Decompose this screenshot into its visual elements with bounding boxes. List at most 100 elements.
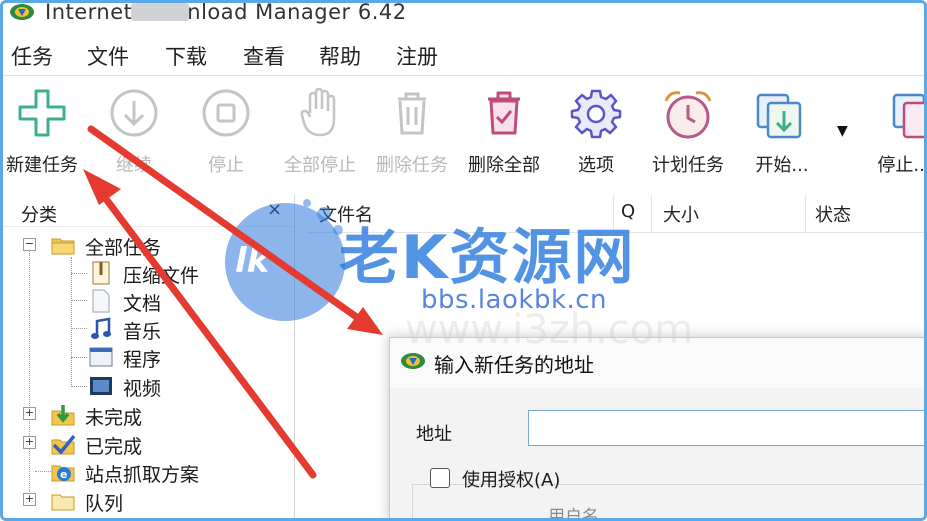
hand-icon — [300, 87, 336, 137]
document-icon — [92, 289, 110, 313]
tree-line — [71, 328, 87, 329]
queue-start-icon — [756, 93, 802, 139]
stop-label: 停止 — [208, 155, 244, 176]
alarm-clock-icon — [664, 91, 712, 139]
idm-logo-icon — [401, 353, 425, 369]
menu-task[interactable]: 任务 — [11, 41, 53, 71]
tree-expander[interactable]: − — [23, 238, 36, 251]
address-input[interactable] — [528, 410, 924, 446]
tree-item-label: 已完成 — [85, 436, 143, 458]
dialog-title-bar: 输入新任务的地址 — [390, 338, 924, 388]
stop-queue-label: 停止... — [877, 155, 927, 176]
stop-queue-button[interactable]: 停止... — [859, 79, 927, 179]
archive-icon — [92, 261, 110, 285]
menu-view[interactable]: 查看 — [243, 41, 285, 71]
scheduler-button[interactable]: 计划任务 — [643, 79, 733, 179]
category-panel: 分类 × − 全部任务 压缩文件 文档 音乐 程序 视频 + 未完成 + 已完成… — [3, 195, 295, 518]
category-header: 分类 × — [3, 195, 294, 227]
tree-item-label: 压缩文件 — [123, 265, 200, 287]
options-button[interactable]: 选项 — [551, 79, 641, 179]
tree-line — [71, 357, 87, 358]
queue-folder-icon — [51, 494, 75, 511]
tree-line — [71, 300, 87, 301]
use-auth-label: 使用授权(A) — [462, 470, 561, 491]
tree-line — [71, 273, 87, 274]
new-task-button[interactable]: 新建任务 — [3, 79, 87, 179]
start-queue-button[interactable]: 开始... — [737, 79, 827, 179]
new-task-label: 新建任务 — [6, 155, 78, 176]
category-title: 分类 — [21, 205, 57, 226]
tree-item-label: 视频 — [123, 378, 162, 400]
list-header: 文件名 Q 大小 状态 — [307, 195, 924, 233]
add-icon — [18, 89, 66, 137]
tree-item-site-grabber[interactable]: e 站点抓取方案 — [51, 458, 291, 486]
column-file-name[interactable]: 文件名 — [319, 201, 373, 227]
finished-icon — [51, 434, 75, 455]
delete-all-label: 删除全部 — [468, 155, 540, 176]
tree-item-label: 全部任务 — [85, 237, 162, 259]
tree-item-label: 音乐 — [123, 321, 162, 343]
resume-button[interactable]: 继续 — [89, 79, 179, 179]
tree-item-label: 未完成 — [85, 407, 143, 429]
menu-help[interactable]: 帮助 — [319, 41, 361, 71]
tree-expander[interactable]: + — [23, 493, 36, 506]
column-separator — [613, 195, 614, 233]
delete-task-label: 删除任务 — [376, 155, 448, 176]
scheduler-label: 计划任务 — [652, 155, 724, 176]
column-separator — [651, 195, 652, 233]
stop-all-label: 全部停止 — [284, 155, 356, 176]
menu-download[interactable]: 下载 — [165, 41, 207, 71]
stop-all-button[interactable]: 全部停止 — [275, 79, 365, 179]
delete-all-button[interactable]: 删除全部 — [459, 79, 549, 179]
window-title: Internet Download Manager 6.42 — [45, 0, 407, 24]
delete-task-button[interactable]: 删除任务 — [367, 79, 457, 179]
tree-item-programs[interactable]: 程序 — [89, 343, 289, 371]
program-icon — [89, 347, 113, 367]
column-size[interactable]: 大小 — [663, 201, 699, 227]
title-blur — [131, 3, 189, 21]
tree-item-label: 站点抓取方案 — [85, 464, 200, 486]
download-arrow-icon — [110, 89, 158, 137]
unfinished-icon — [51, 405, 75, 426]
tree-line — [29, 251, 30, 506]
tree-item-documents[interactable]: 文档 — [89, 287, 289, 315]
tree-item-finished[interactable]: 已完成 — [51, 430, 291, 458]
menu-file[interactable]: 文件 — [87, 41, 129, 71]
video-icon — [90, 377, 112, 395]
dialog-title: 输入新任务的地址 — [434, 353, 594, 377]
tree-item-archives[interactable]: 压缩文件 — [89, 259, 289, 287]
menu-separator — [3, 75, 924, 76]
tree-item-label: 文档 — [123, 293, 162, 315]
start-queue-label: 开始... — [755, 155, 809, 176]
tree-item-music[interactable]: 音乐 — [89, 315, 289, 343]
tree-item-queues[interactable]: 队列 — [51, 487, 291, 515]
tree-expander[interactable]: + — [23, 436, 36, 449]
queue-stop-icon — [892, 93, 924, 139]
tree-line — [71, 257, 72, 387]
tree-line — [35, 471, 51, 472]
stop-button[interactable]: 停止 — [181, 79, 271, 179]
delete-all-icon — [488, 91, 520, 135]
close-icon[interactable]: × — [267, 199, 282, 220]
trash-icon — [398, 92, 426, 135]
menu-register[interactable]: 注册 — [396, 41, 438, 71]
checkbox-box[interactable] — [430, 468, 450, 488]
music-icon — [91, 317, 111, 339]
svg-text:e: e — [60, 468, 67, 481]
column-separator — [805, 195, 806, 233]
tree-item-video[interactable]: 视频 — [89, 372, 289, 400]
resume-label: 继续 — [116, 155, 152, 176]
tree-item-all-tasks[interactable]: 全部任务 — [51, 231, 291, 259]
address-label: 地址 — [416, 424, 452, 445]
start-queue-dropdown-icon[interactable]: ▼ — [837, 123, 848, 139]
tree-line — [71, 386, 87, 387]
stop-icon — [202, 89, 250, 137]
tree-expander[interactable]: + — [23, 407, 36, 420]
tree-item-label: 程序 — [123, 349, 162, 371]
idm-logo-icon — [10, 4, 34, 20]
tree-item-unfinished[interactable]: 未完成 — [51, 401, 291, 429]
menu-bar: 任务 文件 下载 查看 帮助 注册 — [3, 37, 924, 73]
column-queue[interactable]: Q — [621, 201, 635, 222]
column-status[interactable]: 状态 — [815, 201, 851, 227]
title-bar: Internet Download Manager 6.42 — [3, 0, 924, 24]
